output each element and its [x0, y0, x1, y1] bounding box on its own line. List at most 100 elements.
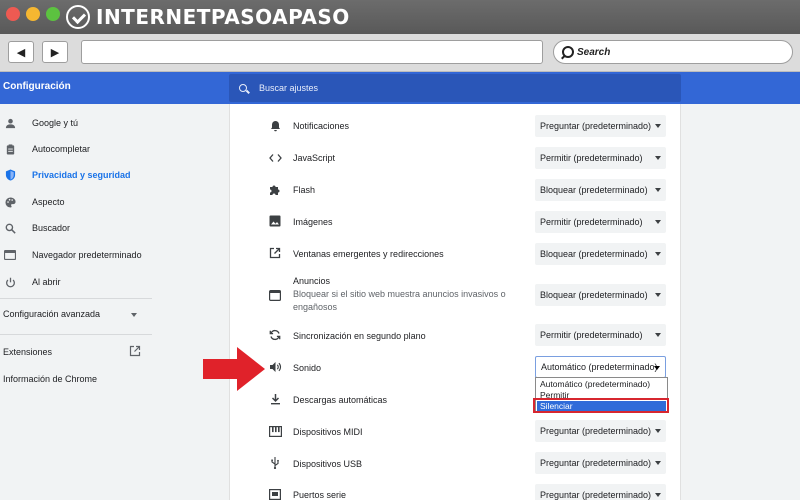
sidebar-about-chrome[interactable]: Información de Chrome — [3, 374, 97, 384]
setting-label: Notificaciones — [293, 121, 350, 131]
browser-search-field[interactable]: Search — [553, 40, 793, 64]
browser-toolbar: ◀ ▶ Search — [0, 34, 800, 72]
power-icon — [4, 276, 16, 288]
sync-icon — [268, 328, 282, 342]
chevron-down-icon — [655, 156, 661, 160]
settings-header: Configuración Buscar ajustes — [0, 72, 800, 104]
dropdown-option-automatic[interactable]: Automático (predeterminado) — [540, 379, 650, 389]
usb-icon — [268, 455, 282, 469]
midi-select[interactable]: Preguntar (predeterminado) — [535, 420, 666, 442]
setting-description: Bloquear si el sitio web muestra anuncio… — [293, 289, 506, 312]
ads-select[interactable]: Bloquear (predeterminado) — [535, 284, 666, 306]
speaker-icon — [268, 360, 282, 374]
background-sync-select[interactable]: Permitir (predeterminado) — [535, 324, 666, 346]
flash-select[interactable]: Bloquear (predeterminado) — [535, 179, 666, 201]
arrow-right-icon: ▶ — [50, 46, 60, 59]
search-icon — [239, 84, 247, 92]
highlight-box — [533, 398, 669, 413]
chevron-down-icon — [655, 252, 661, 256]
select-value: Bloquear (predeterminado) — [540, 185, 648, 195]
chevron-down-icon[interactable] — [131, 313, 137, 317]
popups-select[interactable]: Bloquear (predeterminado) — [535, 243, 666, 265]
settings-search-input[interactable]: Buscar ajustes — [229, 74, 681, 102]
settings-sidebar — [0, 104, 160, 500]
image-icon — [268, 214, 282, 228]
chevron-down-icon — [654, 366, 660, 370]
chevron-down-icon — [655, 124, 661, 128]
sidebar-item-label: Al abrir — [32, 277, 61, 287]
minimize-window-button[interactable] — [26, 7, 40, 21]
sidebar-item-appearance[interactable]: Aspecto — [0, 192, 160, 212]
usb-select[interactable]: Preguntar (predeterminado) — [535, 452, 666, 474]
sidebar-item-label: Navegador predeterminado — [32, 250, 142, 260]
select-value: Automático (predeterminado) — [541, 362, 658, 372]
logo-text: INTERNETPASOAPASO — [96, 5, 350, 29]
sidebar-item-autofill[interactable]: Autocompletar — [0, 139, 160, 159]
maximize-window-button[interactable] — [46, 7, 60, 21]
select-value: Preguntar (predeterminado) — [540, 490, 652, 500]
chevron-down-icon — [655, 429, 661, 433]
browser-icon — [4, 249, 16, 261]
chevron-down-icon — [655, 461, 661, 465]
sidebar-item-label: Aspecto — [32, 197, 65, 207]
shield-icon — [4, 169, 16, 181]
sidebar-item-privacy[interactable]: Privacidad y seguridad — [0, 165, 160, 185]
setting-label: JavaScript — [293, 153, 336, 163]
chevron-down-icon — [655, 188, 661, 192]
code-icon — [268, 151, 282, 165]
forward-button[interactable]: ▶ — [42, 41, 68, 63]
red-pointer-arrow-icon — [203, 347, 265, 391]
back-button[interactable]: ◀ — [8, 41, 34, 63]
checkmark-logo-icon — [66, 5, 90, 29]
sidebar-item-label: Google y tú — [32, 118, 79, 128]
chevron-down-icon — [655, 333, 661, 337]
search-icon — [562, 46, 574, 58]
chevron-down-icon — [655, 293, 661, 297]
bell-icon — [268, 119, 282, 133]
browser-search-label: Search — [577, 46, 611, 58]
serial-port-icon — [268, 487, 282, 500]
select-value: Bloquear (predeterminado) — [540, 249, 648, 259]
javascript-select[interactable]: Permitir (predeterminado) — [535, 147, 666, 169]
sidebar-item-search-engine[interactable]: Buscador — [0, 218, 160, 238]
external-link-icon[interactable] — [129, 345, 141, 359]
sidebar-divider — [0, 334, 152, 335]
site-logo: INTERNETPASOAPASO — [66, 5, 350, 29]
content-gutter — [160, 104, 229, 500]
window-titlebar: INTERNETPASOAPASO — [0, 0, 800, 34]
sound-select[interactable]: Automático (predeterminado) — [535, 356, 666, 378]
sidebar-item-default-browser[interactable]: Navegador predeterminado — [0, 245, 160, 265]
setting-label: Puertos serie — [293, 490, 347, 500]
setting-label: Dispositivos MIDI — [293, 427, 363, 437]
ads-icon — [268, 288, 282, 302]
sidebar-item-label: Privacidad y seguridad — [32, 170, 131, 180]
address-bar[interactable] — [81, 40, 543, 64]
chevron-down-icon — [655, 220, 661, 224]
setting-label: Sonido — [293, 363, 322, 373]
images-select[interactable]: Permitir (predeterminado) — [535, 211, 666, 233]
select-value: Bloquear (predeterminado) — [540, 290, 648, 300]
sidebar-item-on-startup[interactable]: Al abrir — [0, 272, 160, 292]
setting-label: Imágenes — [293, 217, 333, 227]
setting-label: Sincronización en segundo plano — [293, 331, 426, 341]
puzzle-icon — [268, 183, 282, 197]
setting-label: Flash — [293, 185, 316, 195]
chevron-down-icon — [655, 493, 661, 497]
close-window-button[interactable] — [6, 7, 20, 21]
notifications-select[interactable]: Preguntar (predeterminado) — [535, 115, 666, 137]
sidebar-advanced-settings[interactable]: Configuración avanzada — [3, 309, 100, 319]
select-value: Preguntar (predeterminado) — [540, 426, 652, 436]
setting-label: Dispositivos USB — [293, 459, 363, 469]
select-value: Preguntar (predeterminado) — [540, 458, 652, 468]
setting-label: Descargas automáticas — [293, 395, 388, 405]
setting-label: Ventanas emergentes y redirecciones — [293, 249, 444, 259]
sidebar-item-label: Autocompletar — [32, 144, 91, 154]
sidebar-extensions-link[interactable]: Extensiones — [3, 347, 52, 357]
clipboard-icon — [4, 143, 16, 155]
sidebar-item-google[interactable]: Google y tú — [0, 113, 160, 133]
sidebar-divider — [0, 298, 152, 299]
page-title: Configuración — [3, 81, 71, 92]
serial-ports-select[interactable]: Preguntar (predeterminado) — [535, 484, 666, 500]
select-value: Permitir (predeterminado) — [540, 153, 643, 163]
select-value: Preguntar (predeterminado) — [540, 121, 652, 131]
